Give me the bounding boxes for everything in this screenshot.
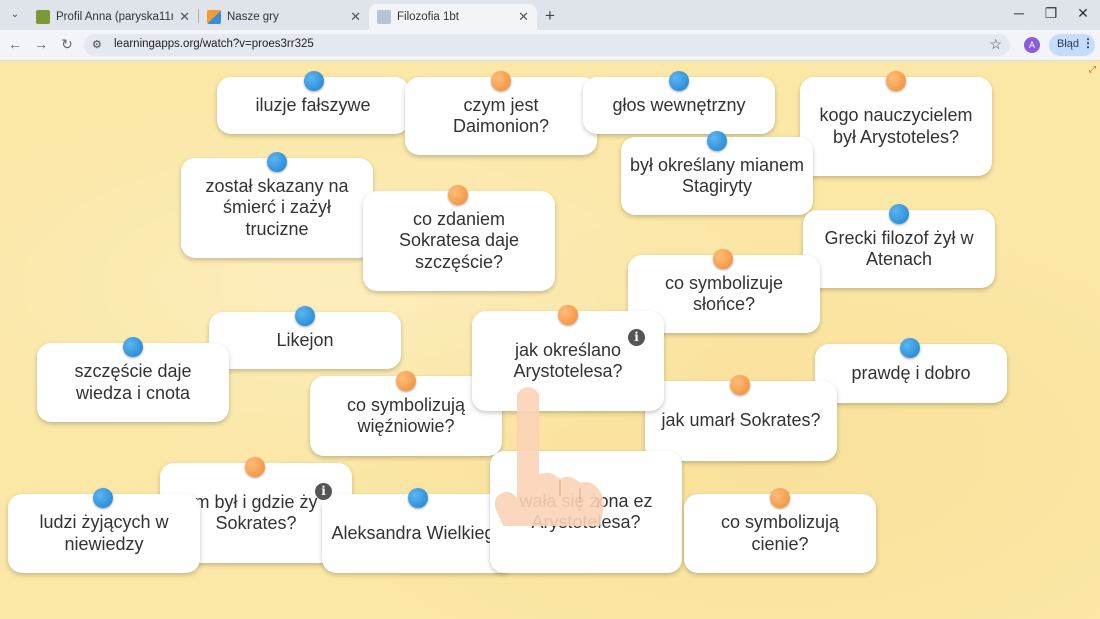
info-icon[interactable]: i <box>315 483 332 500</box>
close-window-icon[interactable]: ✕ <box>1073 5 1093 22</box>
pin-icon <box>123 337 143 357</box>
pin-icon <box>448 185 468 205</box>
pin-icon <box>669 71 689 91</box>
pin-icon <box>900 338 920 358</box>
tab-profile[interactable]: Profil Anna (paryska11nowe) | P ✕ <box>28 4 198 30</box>
pin-icon <box>886 71 906 91</box>
pin-icon <box>295 306 315 326</box>
card-text: Likejon <box>276 329 334 350</box>
pin-icon <box>713 249 733 269</box>
learningapps-favicon-icon <box>377 10 391 24</box>
tab-filozofia[interactable]: Filozofia 1bt ✕ <box>369 4 537 30</box>
game-board: ⤢ iluzje fałszywe czym jest Daimonion? g… <box>0 61 1100 619</box>
pin-icon <box>730 375 750 395</box>
card-text: został skazany na śmierć i zażył trucizn… <box>205 175 349 239</box>
error-button-label: Błąd <box>1057 38 1080 50</box>
card-text: szczęście daje wiedza i cnota <box>74 361 192 403</box>
pin-icon <box>558 305 578 325</box>
pin-icon <box>491 71 511 91</box>
error-button[interactable]: Błąd ⋮ <box>1049 34 1095 56</box>
pin-icon <box>889 204 909 224</box>
site-settings-icon[interactable]: ⚙ <box>92 38 102 51</box>
card-text: co symbolizuje słońce? <box>664 272 784 315</box>
card-text: głos wewnętrzny <box>612 94 746 115</box>
back-icon[interactable]: ← <box>6 36 24 52</box>
fullscreen-icon[interactable]: ⤢ <box>1089 64 1096 75</box>
address-bar[interactable]: ⚙ learningapps.org/watch?v=proes3rr325 ☆ <box>84 34 1010 56</box>
tab-strip: ⌄ Profil Anna (paryska11nowe) | P ✕ Nasz… <box>0 0 1100 30</box>
card[interactable]: został skazany na śmierć i zażył trucizn… <box>181 158 373 258</box>
info-icon[interactable]: i <box>628 329 645 346</box>
kebab-menu-icon[interactable]: ⋮ <box>1082 36 1094 50</box>
card-text: czym jest Daimonion? <box>452 94 550 137</box>
puzzle-favicon-icon <box>207 10 221 24</box>
url-text: learningapps.org/watch?v=proes3rr325 <box>114 38 314 50</box>
card-text: ludzi żyjących w niewiedzy <box>39 512 169 554</box>
card-text: był określany mianem Stagiryty <box>629 154 805 197</box>
pointing-hand-icon <box>494 387 604 526</box>
pin-icon <box>770 488 790 508</box>
plus-icon[interactable]: + <box>541 6 559 26</box>
card-text: iluzje fałszywe <box>255 94 371 115</box>
tab-title: Nasze gry <box>227 11 279 23</box>
pin-icon <box>304 71 324 91</box>
reload-icon[interactable]: ↻ <box>58 36 76 53</box>
card-text: Aleksandra Wielkiego <box>331 522 505 543</box>
bookmark-star-icon[interactable]: ☆ <box>989 36 1002 53</box>
card-text: prawdę i dobro <box>851 362 971 383</box>
minimize-icon[interactable]: ─ <box>1009 5 1029 21</box>
card-text: co symbolizują cienie? <box>720 512 840 554</box>
restore-icon[interactable]: ❐ <box>1041 5 1061 22</box>
pin-icon <box>267 152 287 172</box>
card-text: co zdaniem Sokratesa daje szczęście? <box>398 208 520 272</box>
card-text: co symbolizują więźniowie? <box>346 394 466 437</box>
tab-search-icon[interactable]: ⌄ <box>6 6 24 24</box>
close-icon[interactable]: ✕ <box>179 9 190 25</box>
pin-icon <box>245 457 265 477</box>
profile-avatar[interactable]: A <box>1024 37 1040 53</box>
pin-icon <box>396 371 416 391</box>
pin-icon <box>93 488 113 508</box>
forward-icon[interactable]: → <box>32 36 50 52</box>
pin-icon <box>707 131 727 151</box>
card-text: kogo nauczycielem był Arystoteles? <box>819 105 973 147</box>
tab-nasze-gry[interactable]: Nasze gry ✕ <box>199 4 369 30</box>
pin-icon <box>408 488 428 508</box>
browser-toolbar: ← → ↻ ⚙ learningapps.org/watch?v=proes3r… <box>0 30 1100 61</box>
close-icon[interactable]: ✕ <box>518 9 529 25</box>
tab-title: Filozofia 1bt <box>397 11 460 23</box>
close-icon[interactable]: ✕ <box>350 9 361 25</box>
card-text: Grecki filozof żył w Atenach <box>824 227 974 270</box>
bird-favicon-icon <box>36 10 50 24</box>
tab-title: Profil Anna (paryska11nowe) | P <box>56 11 173 23</box>
card-text: jak umarł Sokrates? <box>661 410 821 431</box>
card[interactable]: co zdaniem Sokratesa daje szczęście? <box>363 191 555 291</box>
card[interactable]: kogo nauczycielem był Arystoteles? <box>800 77 992 176</box>
